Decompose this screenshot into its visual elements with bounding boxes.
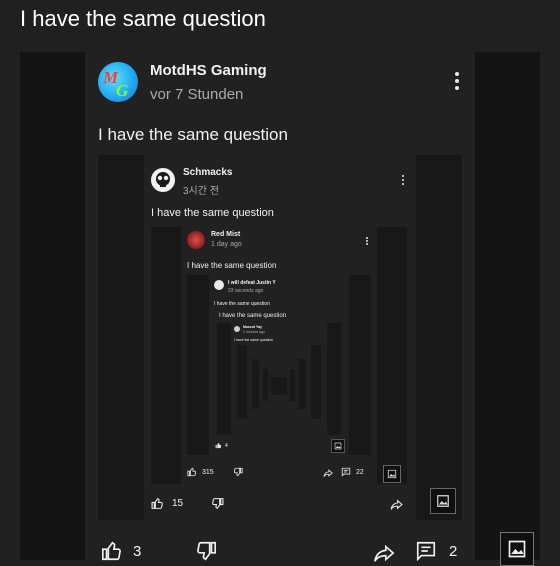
skull-icon [156,172,170,187]
like-count: 3 [133,542,142,560]
level3-screenshot: I will defeat Justin Y 23 seconds ago I … [187,275,371,455]
level4-time: 2 minutes ago [243,330,265,334]
level2-more-icon [366,237,368,245]
thumbs-up-icon [151,497,163,509]
level2-author: Red Mist [211,231,241,238]
thumbs-up-icon [187,467,197,477]
avatar-logo-icon: M G [102,68,129,100]
thumbs-up-icon [215,442,222,449]
deeper-card [247,345,311,419]
level4-text: I have the same question [234,338,274,342]
comment-time: vor 7 Stunden [150,86,244,103]
level3-like-button: 4 [215,442,228,449]
deeper-screenshot-2 [252,359,306,409]
level2-reply-count: 22 [356,468,364,476]
deeper-screenshot-3 [263,369,295,401]
level3-avatar [214,280,224,290]
like-button[interactable]: 3 [101,540,141,562]
left-letterbox [20,52,85,560]
level3-text: I have the same question [214,301,270,307]
nested-text: I have the same question [151,207,274,219]
reply-count: 2 [449,542,458,560]
dislike-button[interactable] [195,540,217,562]
nested-time: 3시간 전 [183,186,219,197]
level2-like-button: 315 [187,467,214,477]
level2-card: Red Mist 1 day ago I have the same quest… [181,227,377,484]
more-options-icon[interactable] [455,72,459,90]
comment-icon [341,467,351,477]
nested-avatar [151,168,175,192]
level4-author: Mascot Yay [243,325,263,329]
level2-replies: 22 [341,467,364,477]
comment-card: M G MotdHS Gaming vor 7 Stunden I have t… [85,52,475,562]
deeper-screenshot [237,345,321,419]
level2-like-count: 315 [202,468,214,476]
level4-screenshot: Mascot Yay 2 minutes ago I have the same… [217,323,341,435]
nested-image-icon [430,488,456,514]
level2-time: 1 day ago [211,241,242,248]
attached-screenshot[interactable]: Schmacks 3시간 전 I have the same question … [98,155,462,520]
deeper-screenshot-4 [271,377,287,395]
page-title: I have the same question [20,6,266,31]
level3-author: I will defeat Justin Y [228,280,276,286]
nested-comment-card: Schmacks 3시간 전 I have the same question … [144,155,416,520]
level3-reply-text: I have the same question [219,313,287,319]
deeper-card-2 [259,359,299,409]
level2-text: I have the same question [187,261,277,270]
nested-like-count: 15 [172,498,184,509]
level3-time: 23 seconds ago [228,288,264,294]
svg-text:G: G [116,81,129,100]
level3-image-icon [331,439,345,453]
share-button[interactable] [373,542,395,564]
level2-image-icon [383,465,401,483]
level2-share-icon [323,468,333,478]
comment-author[interactable]: MotdHS Gaming [150,62,267,79]
level3-card: I will defeat Justin Y 23 seconds ago I … [209,275,349,455]
level4-avatar [234,326,240,332]
level2-dislike-icon [233,467,243,477]
thumbs-up-icon [102,541,121,561]
nested-screenshot: Red Mist 1 day ago I have the same quest… [151,227,407,484]
level2-avatar [187,231,205,249]
share-icon [374,544,395,562]
nested-dislike-icon [211,497,224,510]
level3-like-count: 4 [225,442,228,449]
replies-button[interactable]: 2 [415,540,457,562]
nested-share-icon [390,498,403,511]
thumbs-down-icon [197,541,216,561]
avatar[interactable]: M G [98,62,138,102]
nested-like-button: 15 [151,497,183,510]
deeper-card-3 [268,369,290,401]
level4-card: Mascot Yay 2 minutes ago I have the same… [231,323,327,435]
nested-author: Schmacks [183,167,233,178]
comment-icon [416,541,436,562]
nested-more-icon [402,175,404,185]
image-icon[interactable] [500,532,534,566]
right-letterbox [475,52,540,560]
comment-text: I have the same question [98,125,288,144]
